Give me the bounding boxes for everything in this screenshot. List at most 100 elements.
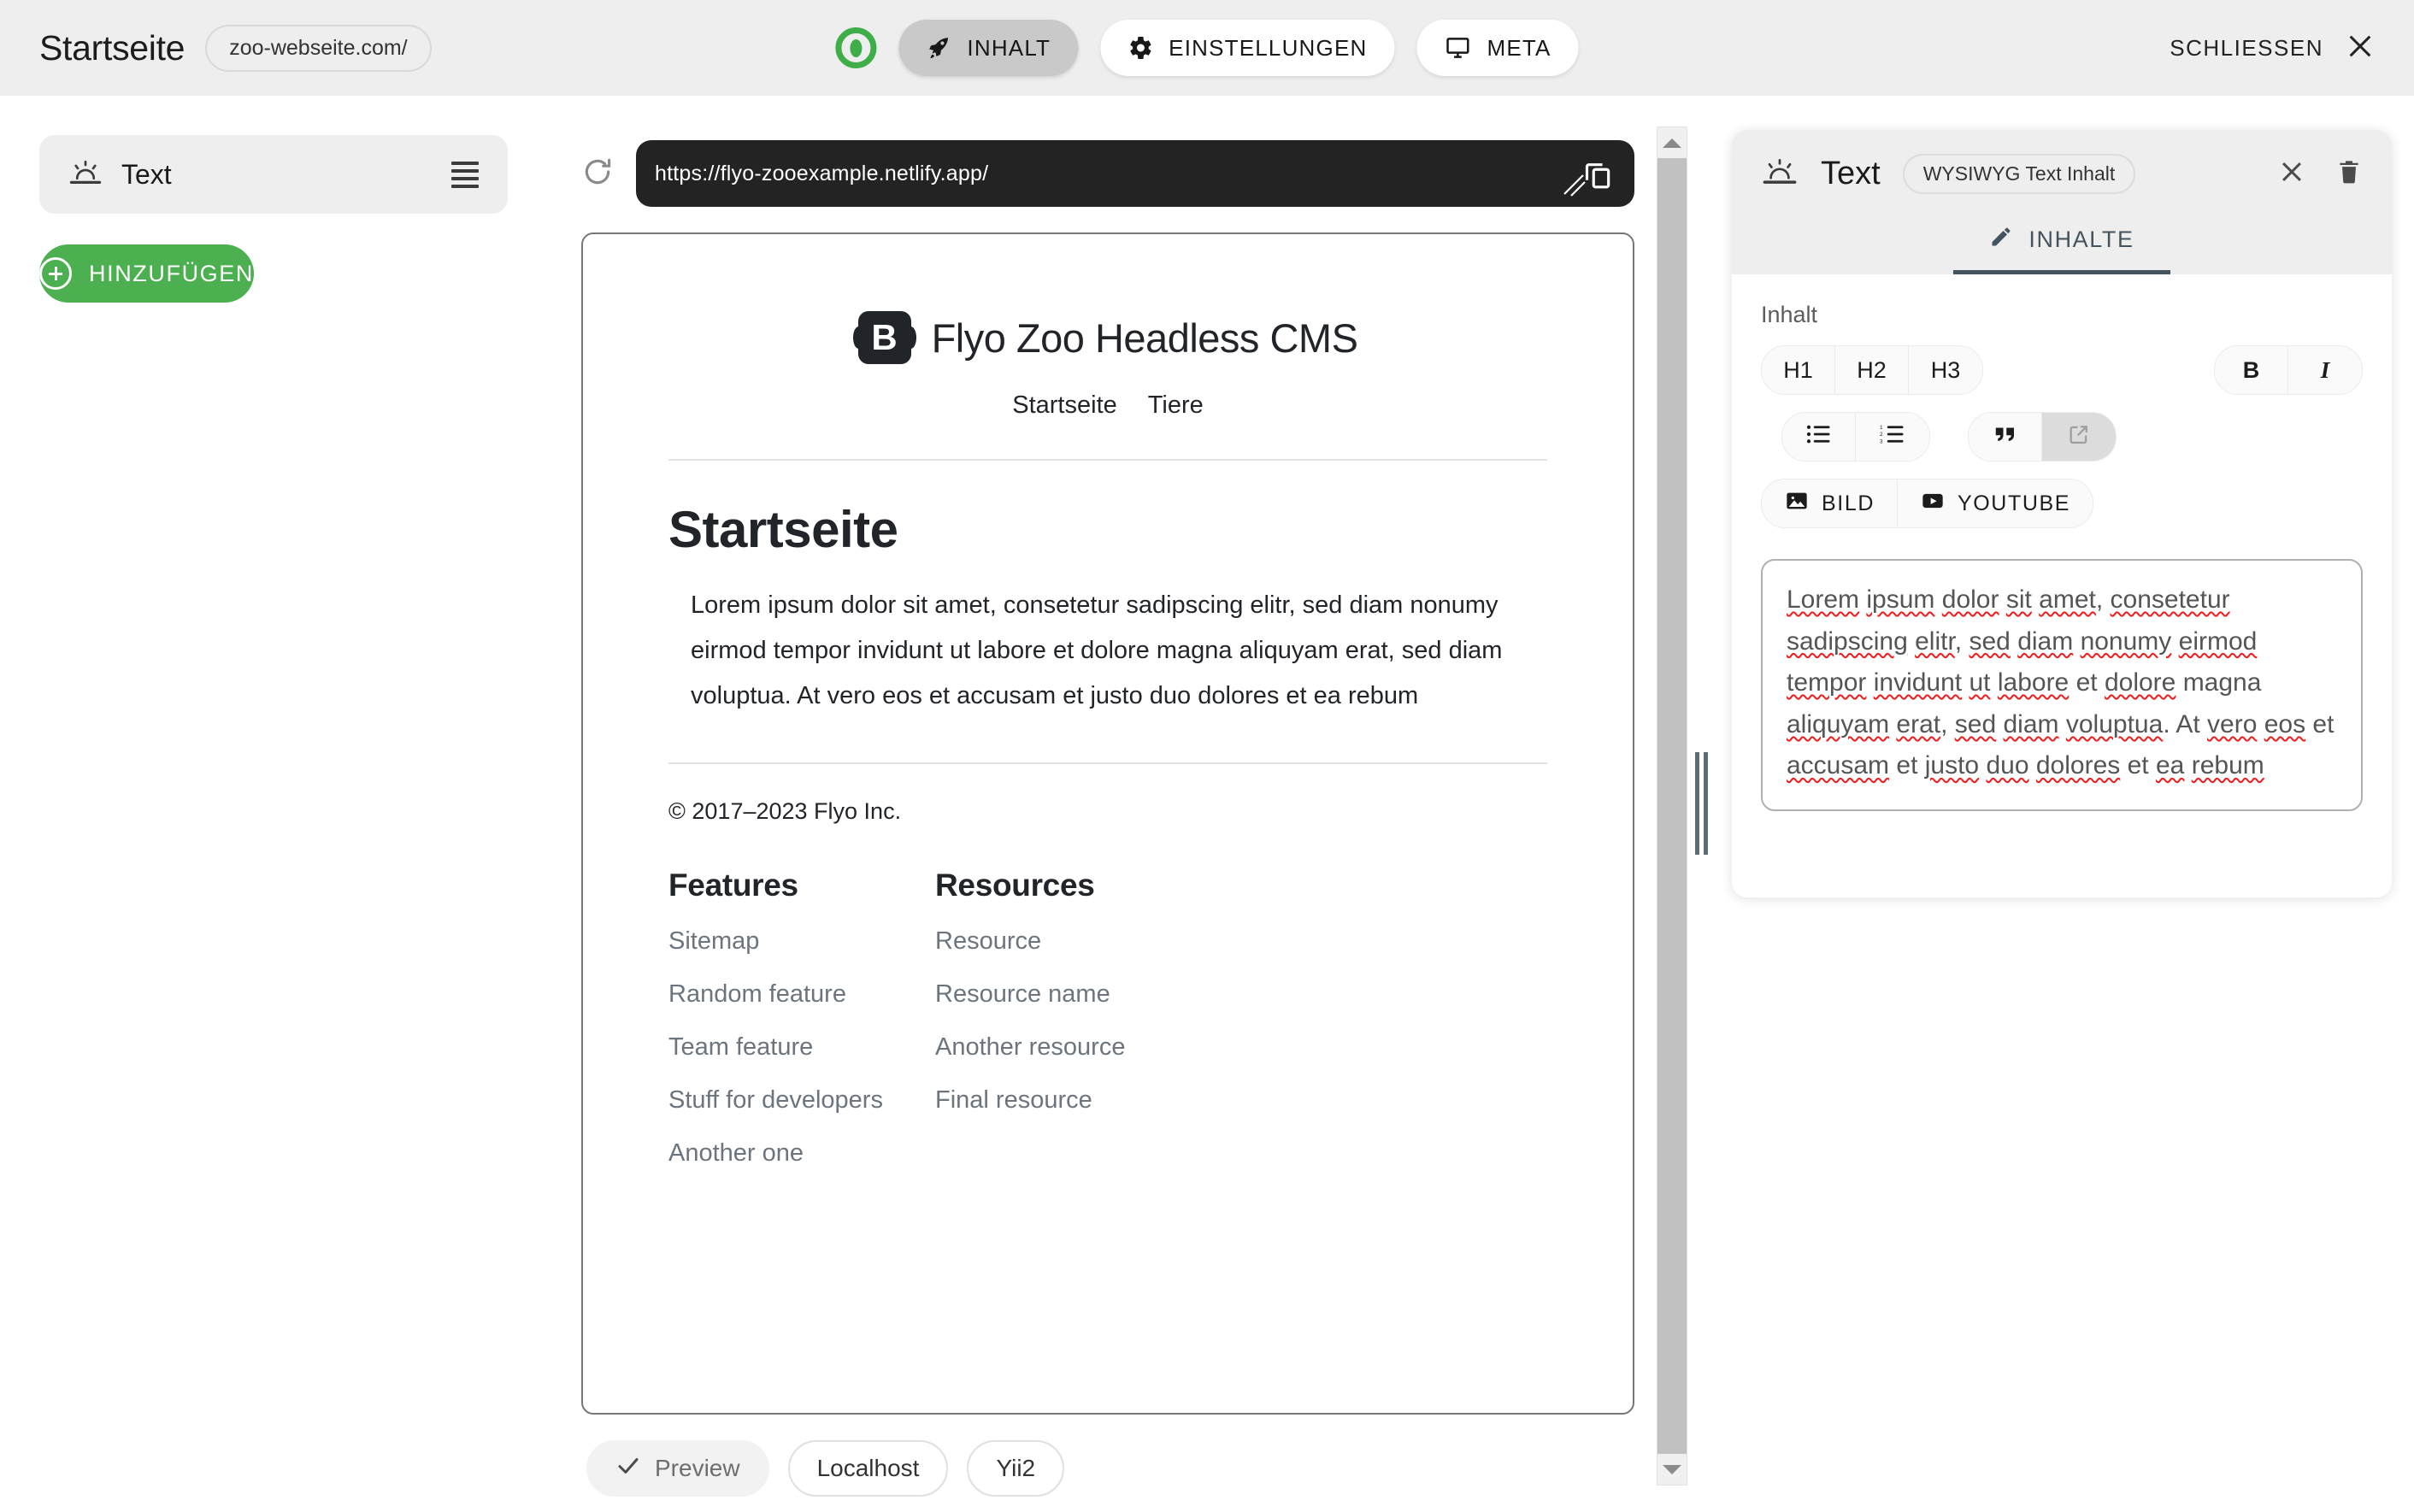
site-footer-columns: Features Sitemap Random feature Team fea… [668,868,1547,1192]
eye-icon[interactable] [835,27,877,68]
preview-source-tabs: Preview Localhost Yii2 [547,1415,1675,1497]
insert-image-button[interactable]: BILD [1762,479,1898,527]
list-item[interactable]: Sitemap [668,927,935,956]
list-item[interactable]: Resource [935,927,1202,956]
app-root: Startseite zoo-webseite.com/ INHALT EINS… [0,0,2414,1512]
site-copyright: © 2017–2023 Flyo Inc. [668,798,902,825]
site-nav-tiere[interactable]: Tiere [1148,391,1204,420]
bullet-list-icon [1806,424,1832,450]
reload-icon[interactable] [581,156,614,192]
divider-top [668,459,1547,461]
pencil-icon [1989,225,2013,255]
scroll-up-icon[interactable] [1657,127,1687,158]
format-button-group: B I [2214,345,2363,395]
tab-meta[interactable]: META [1416,20,1579,76]
bold-button[interactable]: B [2215,346,2288,394]
divider-footer [668,762,1547,765]
panel-type-badge: WYSIWYG Text Inhalt [1902,154,2136,194]
wysiwyg-editor[interactable]: Lorem ipsum dolor sit amet, consetetur s… [1761,559,2363,811]
list-item[interactable]: Another resource [935,1033,1202,1062]
gear-icon [1128,35,1153,61]
url-bar[interactable]: https://flyo-zooexample.netlify.app/ [636,140,1634,207]
trash-icon[interactable] [2335,157,2363,191]
preview-area: https://flyo-zooexample.netlify.app/ B F… [547,96,1675,1512]
block-sidebar: Text HINZUFÜGEN [0,96,547,1512]
tab-inhalt[interactable]: INHALT [898,20,1079,76]
list-item[interactable]: Stuff for developers [668,1086,935,1115]
brand-name: Flyo Zoo Headless CMS [931,315,1358,361]
list-item[interactable]: Random feature [668,980,935,1009]
site-inner: B Flyo Zoo Headless CMS Startseite Tiere… [583,234,1633,1192]
close-icon[interactable] [2346,32,2375,65]
page-title: Startseite [39,27,185,68]
sidebar-block-text[interactable]: Text [39,135,508,214]
site-paragraph: Lorem ipsum dolor sit amet, consetetur s… [691,591,1503,709]
list-item[interactable]: Another one [668,1139,935,1168]
close-icon[interactable] [2277,157,2306,191]
text-block-icon [68,160,103,190]
svg-text:1: 1 [1880,424,1883,430]
tab-yii2[interactable]: Yii2 [967,1440,1065,1497]
media-button-group: BILD YOUTUBE [1761,479,2094,528]
toolbar-row-media: BILD YOUTUBE [1761,479,2363,528]
insert-youtube-button[interactable]: YOUTUBE [1897,479,2093,527]
topbar-left: Startseite zoo-webseite.com/ [0,24,432,72]
panel-header: Text WYSIWYG Text Inhalt INHALTE [1732,130,2392,274]
topbar-nav: INHALT EINSTELLUNGEN META [835,20,1579,76]
heading-h2-button[interactable]: H2 [1835,346,1909,394]
list-item[interactable]: Resource name [935,980,1202,1009]
link-button[interactable] [2042,413,2116,461]
site-heading: Startseite [668,501,898,558]
tab-inhalte[interactable]: INHALTE [1953,216,2170,274]
scroll-down-icon[interactable] [1657,1454,1687,1485]
drag-handle-icon[interactable] [451,161,479,188]
sidebar-block-label: Text [121,158,172,190]
blockquote-button[interactable] [1969,413,2042,461]
svg-text:3: 3 [1880,438,1883,444]
italic-button[interactable]: I [2288,346,2362,394]
tab-meta-label: META [1487,34,1551,61]
field-label-inhalt: Inhalt [1761,302,1818,327]
toolbar-row-headings: H1 H2 H3 B I [1761,345,2363,395]
site-nav-startseite[interactable]: Startseite [1012,391,1117,420]
panel-resize-handle[interactable] [1695,752,1710,855]
tab-preview-label: Preview [655,1455,740,1481]
plus-circle-icon [39,257,72,290]
footer-column-resources: Resources Resource Resource name Another… [935,868,1202,1192]
preview-scrollbar[interactable] [1657,126,1687,1486]
panel-title: Text [1821,156,1881,191]
url-text: https://flyo-zooexample.netlify.app/ [655,161,989,185]
bullet-list-button[interactable] [1782,413,1856,461]
heading-h1-button[interactable]: H1 [1762,346,1835,394]
tab-localhost-label: Localhost [816,1455,920,1481]
tab-inhalt-label: INHALT [967,34,1051,61]
wysiwyg-editor-text[interactable]: Lorem ipsum dolor sit amet, consetetur s… [1787,580,2337,787]
heading-button-group: H1 H2 H3 [1761,345,1983,395]
insert-image-label: BILD [1822,491,1875,515]
tab-einstellungen-label: EINSTELLUNGEN [1169,34,1368,61]
resize-grip-icon[interactable] [1563,174,1587,202]
text-block-icon [1761,158,1799,190]
tab-preview[interactable]: Preview [586,1440,769,1497]
panel-tabs: INHALTE [1761,216,2363,274]
bootstrap-logo-icon: B [852,311,916,364]
image-icon [1784,489,1810,519]
tab-localhost[interactable]: Localhost [787,1440,949,1497]
add-block-label: HINZUFÜGEN [89,260,254,286]
block-settings-panel: Text WYSIWYG Text Inhalt INHALTE Inhalt … [1732,130,2392,897]
list-item[interactable]: Team feature [668,1033,935,1062]
scrollbar-thumb[interactable] [1657,158,1687,1454]
add-block-button[interactable]: HINZUFÜGEN [39,244,254,303]
heading-h3-button[interactable]: H3 [1909,346,1982,394]
footer-link-list: Resource Resource name Another resource … [935,927,1202,1115]
list-item[interactable]: Final resource [935,1086,1202,1115]
monitor-icon [1444,35,1471,61]
tab-inhalte-label: INHALTE [2028,227,2134,252]
check-icon [615,1453,641,1485]
close-editor-button[interactable]: SCHLIESSEN [2170,32,2375,65]
domain-badge[interactable]: zoo-webseite.com/ [205,24,432,72]
numbered-list-button[interactable]: 1 2 3 [1856,413,1929,461]
footer-link-list: Sitemap Random feature Team feature Stuf… [668,927,935,1168]
tab-einstellungen[interactable]: EINSTELLUNGEN [1100,20,1395,76]
site-preview-card: B Flyo Zoo Headless CMS Startseite Tiere… [581,232,1634,1415]
